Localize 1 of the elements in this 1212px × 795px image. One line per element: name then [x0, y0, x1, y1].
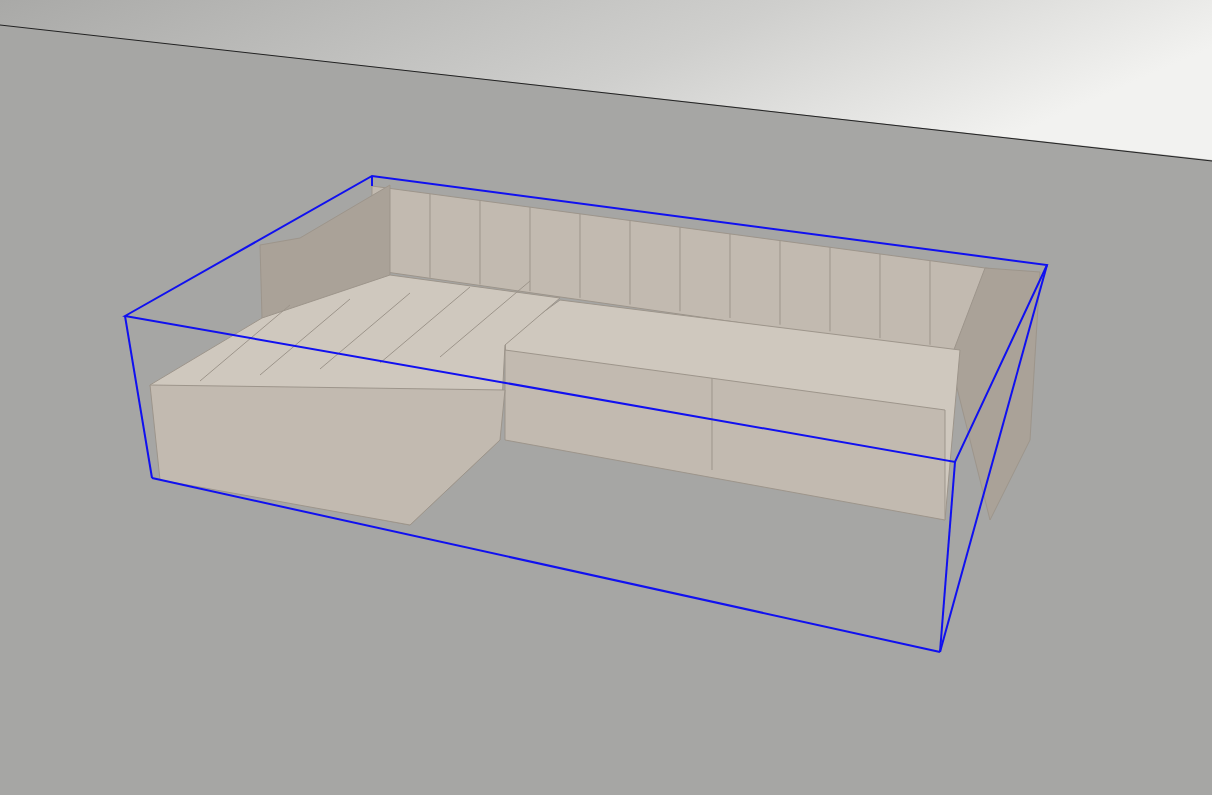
modeling-viewport[interactable]: [0, 0, 1212, 795]
